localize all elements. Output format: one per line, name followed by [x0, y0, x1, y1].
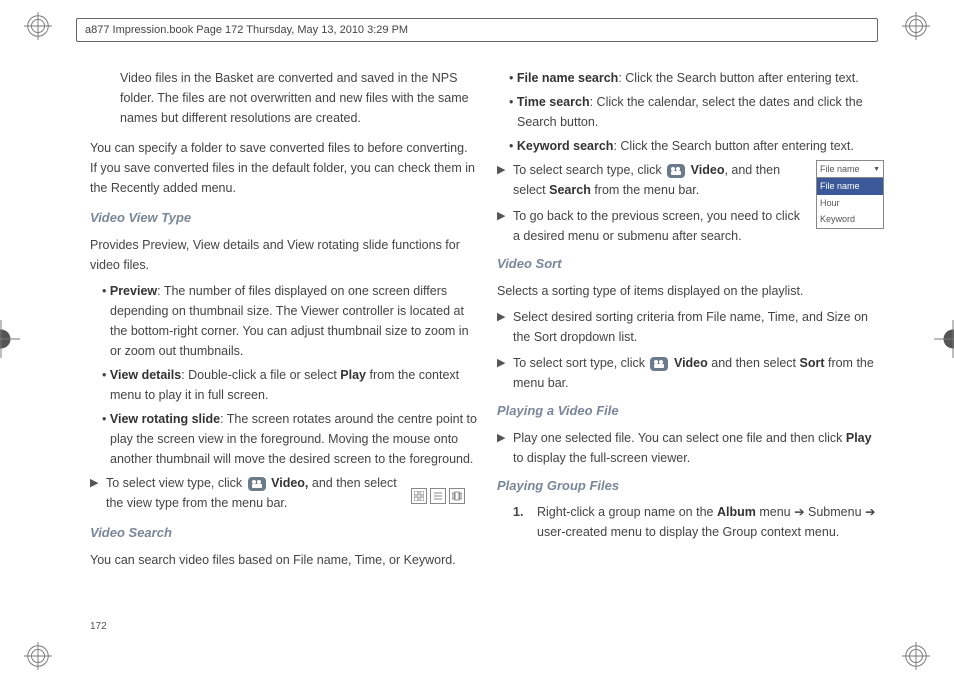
- time-search-label: Time search: [517, 95, 590, 109]
- crop-mark-icon: [24, 642, 52, 670]
- select-search-search: Search: [549, 183, 591, 197]
- preview-text: : The number of files displayed on one s…: [110, 284, 469, 358]
- rotating-slide-label: View rotating slide: [110, 412, 220, 426]
- slide-icon: [449, 488, 465, 504]
- view-details-play: Play: [340, 368, 366, 382]
- left-column: Video files in the Basket are converted …: [90, 68, 477, 642]
- details-icon: [430, 488, 446, 504]
- keyword-search-label: Keyword search: [517, 139, 614, 153]
- playing-video-play: Play: [846, 431, 872, 445]
- select-search-post: from the menu bar.: [591, 183, 699, 197]
- intro-continued: Video files in the Basket are converted …: [120, 68, 477, 128]
- video-search-desc: You can search video files based on File…: [90, 550, 477, 570]
- page-content: Video files in the Basket are converted …: [90, 68, 884, 642]
- sort-select-sort: Sort: [800, 356, 825, 370]
- video-sort-heading: Video Sort: [497, 254, 884, 275]
- keyword-search-text: : Click the Search button after entering…: [613, 139, 853, 153]
- view-details-label: View details: [110, 368, 181, 382]
- select-view-pre: To select view type, click: [106, 476, 246, 490]
- playing-video-post: to display the full-screen viewer.: [513, 451, 690, 465]
- group-step-pre: Right-click a group name on the: [537, 505, 717, 519]
- filename-dropdown-image: File name ▼ File name Hour Keyword: [816, 160, 884, 229]
- filename-search-text: : Click the Search button after entering…: [618, 71, 858, 85]
- side-crop-mark-icon: [934, 320, 954, 358]
- dropdown-opt-filename: File name: [817, 178, 883, 194]
- playing-group-heading: Playing Group Files: [497, 476, 884, 497]
- sort-criteria-step: ▶ Select desired sorting criteria from F…: [497, 307, 884, 347]
- video-camera-icon: [248, 477, 266, 491]
- dropdown-opt-hour: Hour: [817, 195, 883, 211]
- header-text: a877 Impression.book Page 172 Thursday, …: [85, 24, 408, 36]
- crop-mark-icon: [902, 12, 930, 40]
- pointer-icon: ▶: [497, 428, 513, 468]
- keyword-search-bullet: Keyword search: Click the Search button …: [509, 136, 884, 156]
- dropdown-header: File name ▼: [817, 161, 883, 178]
- sort-select-pre: To select sort type, click: [513, 356, 648, 370]
- dropdown-head-label: File name: [820, 162, 860, 176]
- thumbnails-icon: [411, 488, 427, 504]
- view-details-pre: : Double-click a file or select: [181, 368, 340, 382]
- video-view-type-desc: Provides Preview, View details and View …: [90, 235, 477, 275]
- dropdown-opt-keyword: Keyword: [817, 211, 883, 227]
- chevron-down-icon: ▼: [873, 164, 880, 175]
- pointer-icon: ▶: [90, 473, 106, 513]
- sort-select-mid: and then select: [708, 356, 800, 370]
- go-back-text: To go back to the previous screen, you n…: [513, 206, 804, 246]
- playing-video-pre: Play one selected file. You can select o…: [513, 431, 846, 445]
- select-search-pre: To select search type, click: [513, 163, 665, 177]
- dropdown-body: File name Hour Keyword: [817, 178, 883, 227]
- crop-mark-icon: [24, 12, 52, 40]
- select-view-bold: Video,: [271, 476, 308, 490]
- video-search-heading: Video Search: [90, 523, 477, 544]
- video-camera-icon: [667, 164, 685, 178]
- filename-search-bullet: File name search: Click the Search butto…: [509, 68, 884, 88]
- sort-criteria-text: Select desired sorting criteria from Fil…: [513, 307, 880, 347]
- rotating-slide-bullet: View rotating slide: The screen rotates …: [102, 409, 477, 469]
- step-number: 1.: [513, 502, 537, 542]
- intro-flush: You can specify a folder to save convert…: [90, 138, 477, 198]
- video-view-type-heading: Video View Type: [90, 208, 477, 229]
- pointer-icon: ▶: [497, 160, 513, 200]
- right-column: File name search: Click the Search butto…: [497, 68, 884, 642]
- view-type-icons-row: [411, 488, 471, 506]
- page-number: 172: [90, 621, 107, 632]
- pointer-icon: ▶: [497, 206, 513, 246]
- preview-label: Preview: [110, 284, 157, 298]
- preview-bullet: Preview: The number of files displayed o…: [102, 281, 477, 361]
- sort-select-video: Video: [674, 356, 708, 370]
- select-sort-type-step: ▶ To select sort type, click Video and t…: [497, 353, 884, 393]
- playing-video-step: ▶ Play one selected file. You can select…: [497, 428, 884, 468]
- framemaker-header: a877 Impression.book Page 172 Thursday, …: [76, 18, 878, 42]
- pointer-icon: ▶: [497, 307, 513, 347]
- time-search-bullet: Time search: Click the calendar, select …: [509, 92, 884, 132]
- select-search-video: Video: [691, 163, 725, 177]
- filename-search-label: File name search: [517, 71, 618, 85]
- playing-video-heading: Playing a Video File: [497, 401, 884, 422]
- crop-mark-icon: [902, 642, 930, 670]
- video-sort-desc: Selects a sorting type of items displaye…: [497, 281, 884, 301]
- pointer-icon: ▶: [497, 353, 513, 393]
- group-step-album: Album: [717, 505, 756, 519]
- playing-group-step-1: 1. Right-click a group name on the Album…: [513, 502, 884, 542]
- view-details-bullet: View details: Double-click a file or sel…: [102, 365, 477, 405]
- video-camera-icon: [650, 357, 668, 371]
- side-crop-mark-icon: [0, 320, 20, 358]
